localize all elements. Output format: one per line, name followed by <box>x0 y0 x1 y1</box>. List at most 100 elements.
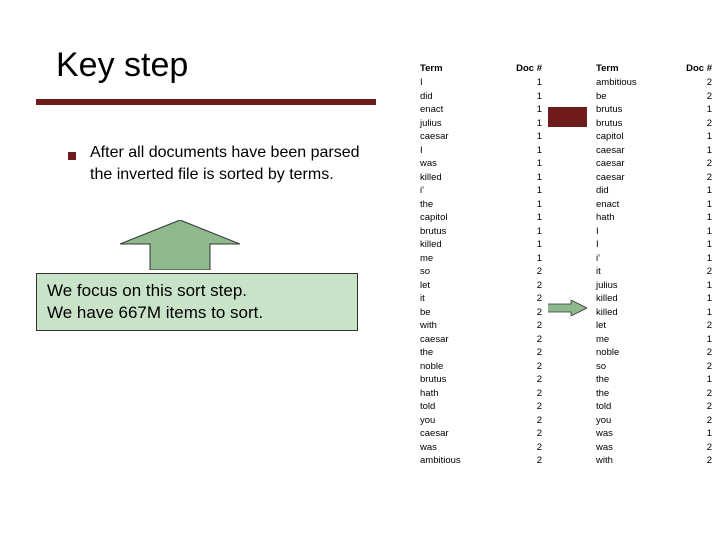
cell-term: caesar <box>594 171 671 184</box>
cell-term: it <box>594 265 671 278</box>
table-row: be2 <box>418 306 548 319</box>
table-row: it2 <box>594 265 718 278</box>
cell-term: was <box>594 441 671 454</box>
cell-term: caesar <box>418 130 499 143</box>
table-row: julius1 <box>594 279 718 292</box>
cell-doc: 2 <box>499 292 548 305</box>
table-row: told2 <box>418 400 548 413</box>
table-row: brutus1 <box>594 103 718 116</box>
table-row: the1 <box>594 373 718 386</box>
cell-term: killed <box>594 306 671 319</box>
cell-doc: 2 <box>671 76 718 89</box>
table-row: was2 <box>418 441 548 454</box>
cell-doc: 2 <box>499 333 548 346</box>
table-row: you2 <box>418 414 548 427</box>
table-row: was1 <box>418 157 548 170</box>
cell-term: so <box>594 360 671 373</box>
table-row: me1 <box>418 252 548 265</box>
table-row: I1 <box>594 238 718 251</box>
cell-doc: 2 <box>671 400 718 413</box>
callout-line: We have 667M items to sort. <box>47 302 347 324</box>
cell-term: was <box>594 427 671 440</box>
table-row: was1 <box>594 427 718 440</box>
cell-doc: 1 <box>499 117 548 130</box>
cell-term: brutus <box>594 103 671 116</box>
table-row: enact1 <box>418 103 548 116</box>
table-row: did1 <box>594 184 718 197</box>
cell-doc: 1 <box>671 144 718 157</box>
cell-doc: 1 <box>499 76 548 89</box>
table-row: killed1 <box>594 306 718 319</box>
table-row: I1 <box>418 76 548 89</box>
cell-term: I <box>418 144 499 157</box>
cell-term: ambitious <box>418 454 499 467</box>
table-row: killed1 <box>418 238 548 251</box>
table-row: capitol1 <box>594 130 718 143</box>
cell-doc: 1 <box>671 184 718 197</box>
cell-doc: 2 <box>671 454 718 467</box>
table-body: ambitious2be2brutus1brutus2capitol1caesa… <box>594 76 718 467</box>
cell-term: i' <box>594 252 671 265</box>
cell-term: killed <box>418 171 499 184</box>
cell-doc: 2 <box>499 346 548 359</box>
table-header: Term Doc # <box>418 62 548 75</box>
cell-doc: 1 <box>499 171 548 184</box>
table-row: let2 <box>594 319 718 332</box>
cell-term: killed <box>594 292 671 305</box>
cell-term: me <box>594 333 671 346</box>
table-row: did1 <box>418 90 548 103</box>
cell-doc: 1 <box>499 130 548 143</box>
table-row: capitol1 <box>418 211 548 224</box>
cell-term: caesar <box>418 333 499 346</box>
cell-term: I <box>594 225 671 238</box>
cell-doc: 1 <box>671 252 718 265</box>
cell-doc: 2 <box>671 387 718 400</box>
cell-doc: 1 <box>671 306 718 319</box>
table-row: the2 <box>418 346 548 359</box>
table-row: caesar2 <box>594 157 718 170</box>
cell-doc: 1 <box>671 198 718 211</box>
cell-doc: 2 <box>499 400 548 413</box>
table-row: i'1 <box>594 252 718 265</box>
table-row: brutus2 <box>594 117 718 130</box>
cell-term: with <box>594 454 671 467</box>
cell-term: hath <box>594 211 671 224</box>
cell-doc: 1 <box>499 103 548 116</box>
cell-term: noble <box>418 360 499 373</box>
table-row: ambitious2 <box>418 454 548 467</box>
cell-term: did <box>418 90 499 103</box>
table-body: I1did1enact1julius1caesar1I1was1killed1i… <box>418 76 548 467</box>
cell-term: killed <box>418 238 499 251</box>
title-underline <box>36 99 376 105</box>
table-row: I1 <box>418 144 548 157</box>
cell-doc: 2 <box>499 427 548 440</box>
cell-doc: 2 <box>671 265 718 278</box>
cell-term: capitol <box>418 211 499 224</box>
red-block <box>545 107 587 127</box>
left-table: Term Doc # I1did1enact1julius1caesar1I1w… <box>418 62 548 468</box>
cell-doc: 1 <box>499 211 548 224</box>
cell-doc: 1 <box>499 198 548 211</box>
cell-term: I <box>418 76 499 89</box>
cell-term: brutus <box>418 373 499 386</box>
cell-term: let <box>418 279 499 292</box>
cell-doc: 1 <box>499 184 548 197</box>
cell-term: was <box>418 157 499 170</box>
cell-doc: 1 <box>499 225 548 238</box>
cell-doc: 2 <box>671 346 718 359</box>
cell-term: enact <box>594 198 671 211</box>
callout-line: We focus on this sort step. <box>47 280 347 302</box>
cell-term: hath <box>418 387 499 400</box>
table-row: the1 <box>418 198 548 211</box>
table-row: enact1 <box>594 198 718 211</box>
cell-term: brutus <box>594 117 671 130</box>
cell-doc: 1 <box>671 225 718 238</box>
table-row: it2 <box>418 292 548 305</box>
cell-term: caesar <box>594 157 671 170</box>
cell-term: told <box>418 400 499 413</box>
cell-term: caesar <box>594 144 671 157</box>
cell-doc: 2 <box>671 90 718 103</box>
cell-doc: 1 <box>671 211 718 224</box>
cell-doc: 2 <box>499 441 548 454</box>
cell-term: me <box>418 252 499 265</box>
